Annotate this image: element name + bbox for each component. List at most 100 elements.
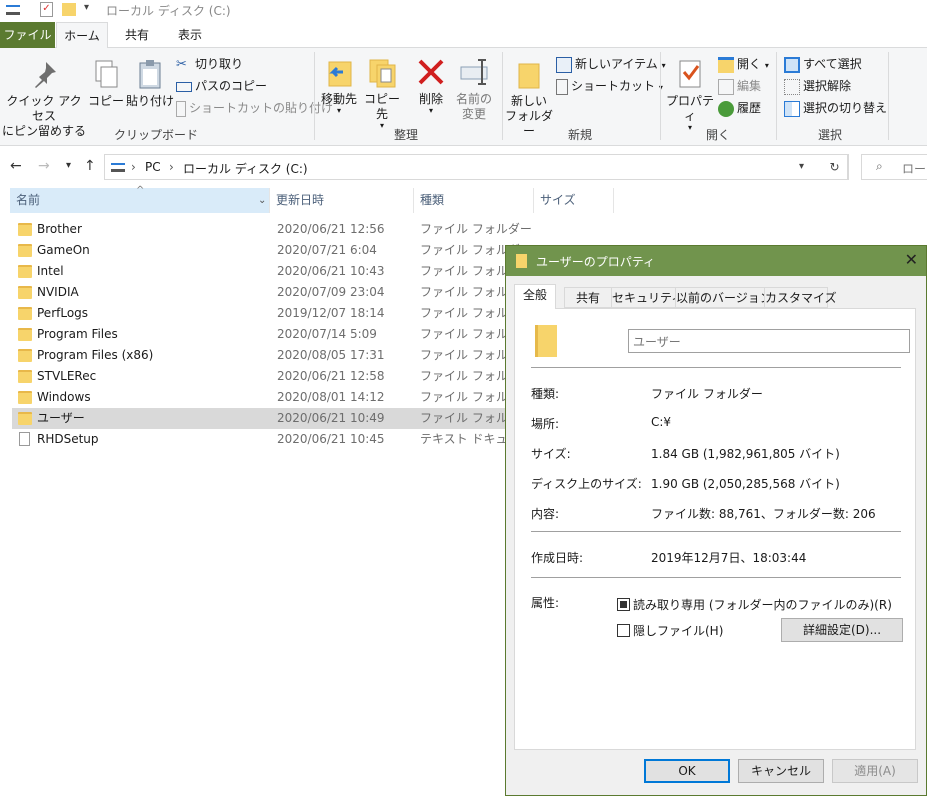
select-none-button[interactable]: 選択解除 bbox=[784, 76, 851, 96]
tab-file[interactable]: ファイル bbox=[0, 22, 55, 48]
chevron-down-icon: ▾ bbox=[428, 106, 433, 115]
tab-customize[interactable]: カスタマイズ bbox=[764, 287, 837, 308]
folder-icon bbox=[18, 265, 32, 278]
folder-icon bbox=[18, 328, 32, 341]
tab-home[interactable]: ホーム bbox=[56, 22, 108, 49]
address-dropdown-chevron-icon[interactable]: ▾ bbox=[799, 161, 804, 172]
pin-quick-access-button[interactable]: クイック アクセス にピン留めする bbox=[2, 58, 86, 139]
edit-icon bbox=[718, 78, 734, 95]
up-arrow-icon[interactable]: ↑ bbox=[84, 158, 96, 174]
column-header-size[interactable]: サイズ bbox=[534, 188, 614, 213]
property-label: 場所: bbox=[531, 417, 560, 431]
breadcrumb-pc[interactable]: PC bbox=[145, 160, 161, 174]
folder-name-input[interactable]: ユーザー bbox=[628, 329, 910, 353]
divider bbox=[531, 367, 901, 368]
file-row[interactable]: Intel 2020/06/21 10:43 ファイル フォルダー bbox=[12, 261, 532, 282]
move-to-button[interactable]: 移動先 ▾ bbox=[318, 56, 360, 115]
readonly-label[interactable]: 読み取り専用 (フォルダー内のファイルのみ)(R) bbox=[633, 596, 892, 613]
tab-share[interactable]: 共有 bbox=[114, 22, 160, 48]
new-group-label: 新規 bbox=[567, 128, 592, 142]
recent-locations-chevron-icon[interactable]: ▾ bbox=[66, 160, 71, 171]
file-row[interactable]: RHDSetup 2020/06/21 10:45 テキスト ドキュメント bbox=[12, 429, 543, 450]
shortcut-icon bbox=[556, 78, 568, 95]
column-headers: 名前 ^ ⌄ 更新日時 種類 サイズ bbox=[0, 185, 927, 213]
properties-button[interactable]: プロパティ ▾ bbox=[664, 58, 716, 132]
column-dropdown-chevron-icon[interactable]: ⌄ bbox=[258, 188, 266, 213]
tab-view[interactable]: 表示 bbox=[168, 22, 212, 48]
apply-button[interactable]: 適用(A) bbox=[832, 759, 918, 783]
copy-path-icon bbox=[176, 81, 192, 92]
new-folder-quick-icon[interactable] bbox=[62, 3, 76, 16]
title-bar: ✓ ▾ ローカル ディスク (C:) bbox=[0, 0, 927, 20]
divider bbox=[531, 577, 901, 578]
column-header-date[interactable]: 更新日時 bbox=[270, 188, 414, 213]
advanced-button[interactable]: 詳細設定(D)... bbox=[781, 618, 903, 642]
refresh-icon[interactable]: ↻ bbox=[821, 154, 849, 180]
file-date: 2020/06/21 10:43 bbox=[277, 264, 385, 278]
shortcut-button[interactable]: ショートカット ▾ bbox=[556, 76, 663, 96]
invert-selection-button[interactable]: 選択の切り替え bbox=[784, 98, 887, 118]
address-bar[interactable]: › PC › ローカル ディスク (C:) ▾ bbox=[104, 154, 848, 180]
new-item-button[interactable]: 新しいアイテム ▾ bbox=[556, 54, 666, 74]
file-date: 2020/07/14 5:09 bbox=[277, 327, 377, 341]
history-label: 履歴 bbox=[737, 101, 762, 115]
search-input[interactable]: ⌕ ローカ bbox=[861, 154, 927, 180]
file-row[interactable]: STVLERec 2020/06/21 12:58 ファイル フォルダー bbox=[12, 366, 532, 387]
folder-large-icon bbox=[535, 325, 557, 357]
back-arrow-icon[interactable]: ← bbox=[10, 158, 22, 174]
copy-path-button[interactable]: パスのコピー bbox=[176, 76, 267, 96]
edit-button[interactable]: 編集 bbox=[718, 76, 761, 96]
chevron-down-icon[interactable]: ▾ bbox=[84, 2, 89, 13]
file-row[interactable]: ユーザー 2020/06/21 10:49 ファイル フォルダー bbox=[12, 408, 532, 429]
hidden-checkbox[interactable] bbox=[617, 624, 630, 637]
tab-security[interactable]: セキュリティ bbox=[611, 287, 683, 308]
readonly-checkbox[interactable] bbox=[617, 598, 630, 611]
history-button[interactable]: 履歴 bbox=[718, 98, 761, 118]
column-header-type[interactable]: 種類 bbox=[414, 188, 534, 213]
cut-button[interactable]: ✂ 切り取り bbox=[176, 54, 243, 74]
breadcrumb-local-disk[interactable]: ローカル ディスク (C:) bbox=[183, 160, 308, 177]
select-all-button[interactable]: すべて選択 bbox=[784, 54, 862, 74]
property-label: 内容: bbox=[531, 507, 560, 521]
properties-quick-icon[interactable]: ✓ bbox=[40, 2, 53, 17]
file-date: 2020/08/01 14:12 bbox=[277, 390, 385, 404]
file-row[interactable]: Program Files 2020/07/14 5:09 ファイル フォルダー bbox=[12, 324, 532, 345]
hidden-label[interactable]: 隠しファイル(H) bbox=[633, 622, 723, 639]
rename-button[interactable]: 名前の 変更 bbox=[452, 56, 496, 122]
file-row[interactable]: Program Files (x86) 2020/08/05 17:31 ファイル … bbox=[12, 345, 532, 366]
delete-label: 削除 bbox=[418, 92, 443, 106]
cancel-button[interactable]: キャンセル bbox=[738, 759, 824, 783]
close-icon[interactable]: ✕ bbox=[905, 250, 918, 269]
file-date: 2020/06/21 12:58 bbox=[277, 369, 385, 383]
created-value: 2019年12月7日、18:03:44 bbox=[651, 551, 807, 565]
forward-arrow-icon[interactable]: → bbox=[38, 158, 50, 174]
cut-label: 切り取り bbox=[195, 57, 244, 71]
ribbon-separator bbox=[888, 52, 889, 140]
search-icon: ⌕ bbox=[876, 159, 883, 173]
copy-button[interactable]: コピー bbox=[88, 58, 124, 109]
column-header-name[interactable]: 名前 ^ ⌄ bbox=[10, 185, 270, 213]
folder-icon bbox=[18, 244, 32, 257]
file-row[interactable]: Windows 2020/08/01 14:12 ファイル フォルダー bbox=[12, 387, 532, 408]
tab-general[interactable]: 全般 bbox=[514, 284, 556, 309]
file-name: STVLERec bbox=[37, 369, 97, 383]
property-value: ファイル フォルダー bbox=[651, 387, 763, 401]
dialog-title-bar[interactable]: ユーザーのプロパティ ✕ bbox=[506, 246, 926, 276]
tab-previous-versions[interactable]: 以前のバージョン bbox=[675, 287, 772, 308]
open-button[interactable]: 開く ▾ bbox=[718, 54, 769, 74]
file-name: PerfLogs bbox=[37, 306, 89, 320]
paste-shortcut-button[interactable]: ショートカットの貼り付け bbox=[176, 98, 333, 118]
tab-sharing[interactable]: 共有 bbox=[564, 287, 612, 308]
delete-button[interactable]: 削除 ▾ bbox=[412, 56, 450, 115]
ok-button[interactable]: OK bbox=[644, 759, 730, 783]
file-row[interactable]: GameOn 2020/07/21 6:04 ファイル フォルダー bbox=[12, 240, 532, 261]
file-row[interactable]: NVIDIA 2020/07/09 23:04 ファイル フォルダー bbox=[12, 282, 532, 303]
paste-label: 貼り付け bbox=[126, 94, 175, 108]
new-folder-button[interactable]: 新しい フォルダー bbox=[504, 58, 554, 139]
select-all-label: すべて選択 bbox=[803, 57, 862, 71]
file-row[interactable]: PerfLogs 2019/12/07 18:14 ファイル フォルダー bbox=[12, 303, 532, 324]
paste-shortcut-label: ショートカットの貼り付け bbox=[189, 101, 334, 115]
copy-to-button[interactable]: コピー先 ▾ bbox=[360, 56, 404, 130]
file-row[interactable]: Brother 2020/06/21 12:56 ファイル フォルダー bbox=[12, 219, 532, 240]
paste-button[interactable]: 貼り付け bbox=[126, 58, 174, 109]
